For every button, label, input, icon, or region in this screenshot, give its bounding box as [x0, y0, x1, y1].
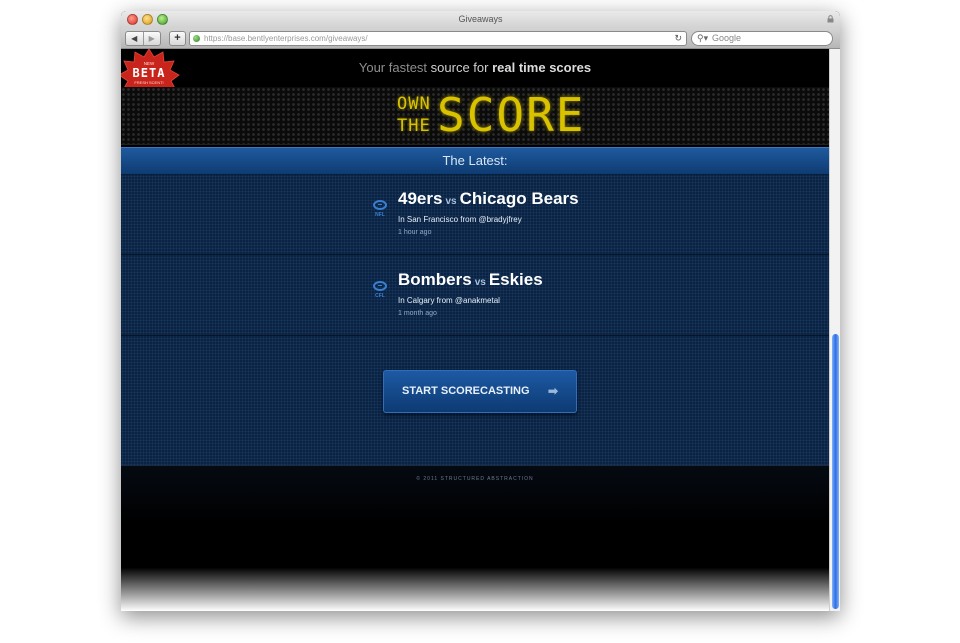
zoom-icon[interactable] — [157, 14, 168, 25]
game-item[interactable]: CFL Bombers vs Eskies In Calgary from @ana… — [121, 256, 829, 336]
minimize-icon[interactable] — [142, 14, 153, 25]
team-away: Eskies — [488, 270, 543, 289]
tagline: Your fastest source for real time scores — [121, 49, 829, 87]
score-word: SCORE — [437, 88, 586, 142]
football-icon — [373, 200, 387, 210]
league-logo: CFL — [370, 281, 390, 307]
lock-icon — [827, 15, 834, 23]
cta-label: START SCORECASTING — [402, 385, 530, 397]
league-logo: NFL — [370, 200, 390, 226]
game-time: 1 hour ago — [398, 229, 432, 236]
reload-icon[interactable]: ↻ — [674, 32, 682, 45]
badge-bottom: FRESH SCENT! — [134, 80, 163, 85]
start-scorecasting-button[interactable]: START SCORECASTING ➡ — [383, 370, 577, 413]
scrollbar[interactable] — [829, 49, 840, 611]
title-bar: Giveaways — [121, 11, 840, 28]
copyright-text: © 2011 STRUCTURED ABSTRACTION — [416, 476, 534, 482]
browser-window: Giveaways ◀ ▶ + https://base.bentlyenter… — [121, 11, 840, 611]
tagline-strong: real time scores — [492, 60, 592, 75]
league-label: NFL — [375, 212, 385, 218]
game-location: In Calgary from @anakmetal — [398, 296, 500, 305]
forward-button[interactable]: ▶ — [142, 32, 161, 45]
search-placeholder: Google — [712, 33, 742, 43]
scroll-thumb[interactable] — [832, 334, 839, 609]
latest-heading: The Latest: — [121, 147, 829, 175]
window-title: Giveaways — [458, 14, 503, 24]
game-location: In San Francisco from @bradyjfrey — [398, 215, 522, 224]
own-word: OWN — [397, 94, 431, 114]
own-the-text: OWN THE — [397, 93, 437, 137]
globe-icon — [193, 35, 200, 42]
football-icon — [373, 281, 387, 291]
game-time: 1 month ago — [398, 310, 437, 317]
footer: © 2011 STRUCTURED ABSTRACTION — [121, 465, 829, 611]
league-label: CFL — [375, 293, 385, 299]
team-home: Bombers — [398, 270, 472, 289]
back-button[interactable]: ◀ — [126, 32, 143, 45]
scoreboard-header: OWN THE SCORE — [121, 87, 829, 145]
game-title[interactable]: 49ers vs Chicago Bears — [398, 189, 579, 209]
add-bookmark-button[interactable]: + — [169, 31, 186, 46]
game-title[interactable]: Bombers vs Eskies — [398, 270, 543, 290]
arrow-right-icon: ➡ — [547, 384, 558, 398]
nav-buttons: ◀ ▶ — [125, 31, 161, 46]
window-controls — [127, 14, 168, 25]
browser-toolbar: ◀ ▶ + https://base.bentlyenterprises.com… — [121, 28, 840, 49]
team-home: 49ers — [398, 189, 443, 208]
address-bar[interactable]: https://base.bentlyenterprises.com/givea… — [189, 31, 687, 46]
search-icon: ⚲▾ — [697, 33, 709, 43]
tagline-prefix: Your fastest — [358, 60, 428, 75]
vs-label: vs — [474, 277, 486, 288]
close-icon[interactable] — [127, 14, 138, 25]
game-feed: NFL 49ers vs Chicago Bears In San Francisc… — [121, 175, 829, 465]
url-text: https://base.bentlyenterprises.com/givea… — [204, 34, 368, 43]
search-input[interactable]: ⚲▾ Google — [691, 31, 833, 46]
team-away: Chicago Bears — [459, 189, 579, 208]
badge-main: BETA — [133, 66, 166, 80]
page-content: Your fastest source for real time scores… — [121, 49, 829, 611]
vs-label: vs — [445, 196, 457, 207]
the-word: THE — [397, 116, 431, 136]
tagline-middle: source for — [430, 60, 489, 75]
game-item[interactable]: NFL 49ers vs Chicago Bears In San Francisc… — [121, 175, 829, 255]
